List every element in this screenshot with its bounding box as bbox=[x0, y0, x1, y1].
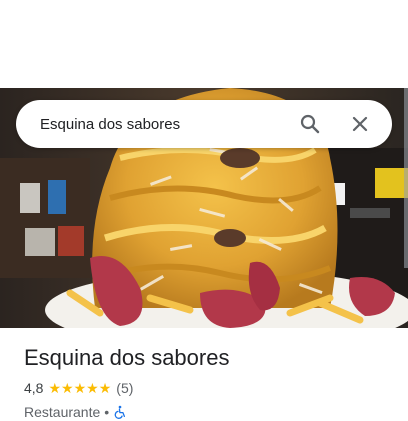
review-count[interactable]: (5) bbox=[116, 380, 133, 396]
close-button[interactable] bbox=[342, 106, 378, 142]
star-icon: ★ bbox=[98, 380, 112, 396]
star-icon: ★ bbox=[86, 380, 99, 396]
meta-row: Restaurante • bbox=[24, 403, 392, 421]
search-bar[interactable]: Esquina dos sabores bbox=[16, 100, 392, 148]
close-icon bbox=[352, 116, 368, 132]
place-info: Esquina dos sabores 4,8 ★ ★ ★ ★ ★ (5) Re… bbox=[24, 344, 392, 421]
search-icon bbox=[300, 114, 320, 134]
search-input[interactable]: Esquina dos sabores bbox=[40, 116, 292, 133]
rating-value: 4,8 bbox=[24, 380, 44, 396]
separator: • bbox=[104, 404, 110, 420]
scrollbar[interactable] bbox=[404, 88, 408, 268]
wheelchair-icon bbox=[113, 405, 127, 419]
star-icon: ★ bbox=[48, 380, 62, 396]
search-button[interactable] bbox=[292, 106, 328, 142]
star-icon: ★ bbox=[73, 380, 87, 396]
rating-row[interactable]: 4,8 ★ ★ ★ ★ ★ (5) bbox=[24, 379, 392, 397]
place-category[interactable]: Restaurante bbox=[24, 404, 100, 420]
rating-stars: ★ ★ ★ ★ ★ bbox=[48, 381, 111, 395]
place-title[interactable]: Esquina dos sabores bbox=[24, 344, 392, 372]
star-icon: ★ bbox=[61, 380, 74, 396]
